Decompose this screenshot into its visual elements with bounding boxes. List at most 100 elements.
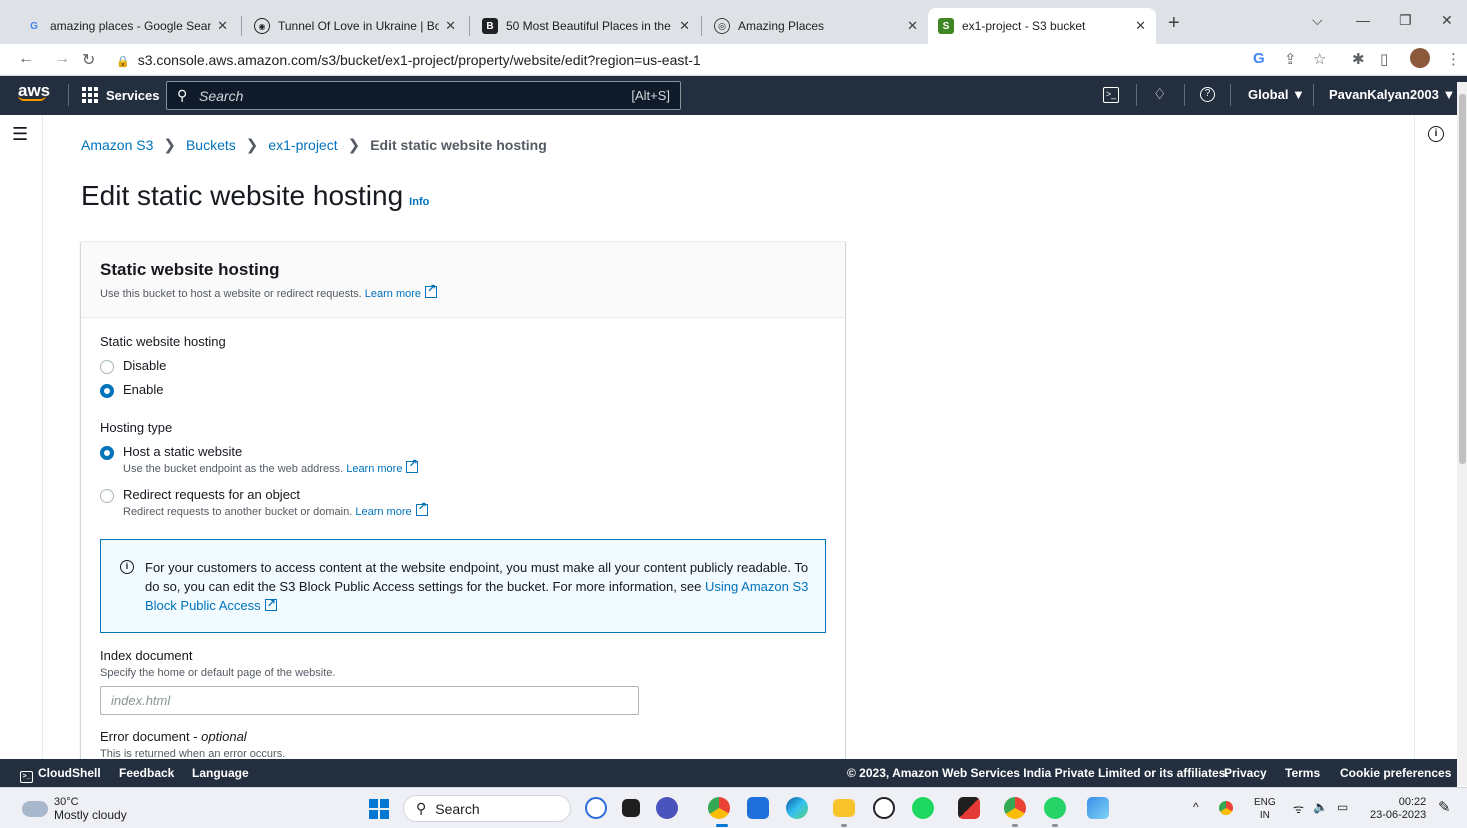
account-menu[interactable]: PavanKalyan2003 ▼ [1329, 87, 1455, 102]
chrome-profile-icon[interactable] [1004, 797, 1026, 819]
radio-host-static-website[interactable]: Host a static website Use the bucket end… [100, 444, 419, 475]
edge-icon[interactable] [786, 797, 808, 819]
cloudy-weather-icon [22, 796, 48, 817]
notifications-bell-icon[interactable]: ♢ [1153, 85, 1166, 103]
whatsapp-icon[interactable] [1044, 797, 1066, 819]
new-tab-icon[interactable]: + [1168, 12, 1180, 35]
region-selector[interactable]: Global ▼ [1248, 87, 1305, 102]
hosting-type-label: Hosting type [100, 420, 173, 435]
tab-separator [469, 16, 470, 36]
system-clock[interactable]: 00:22 23-06-2023 [1370, 796, 1426, 822]
radio-button[interactable] [100, 489, 114, 503]
minimize-icon[interactable]: — [1356, 12, 1370, 28]
radio-button-selected[interactable] [100, 446, 114, 460]
learn-more-link[interactable]: Learn more [365, 282, 438, 300]
close-tab-icon[interactable]: ✕ [1135, 18, 1146, 34]
cloudshell-button[interactable]: >_ CloudShell [20, 766, 101, 783]
radio-description: Use the bucket endpoint as the web addre… [123, 457, 419, 475]
radio-description: Redirect requests to another bucket or d… [123, 500, 428, 518]
error-document-label-text: Error document [100, 729, 190, 744]
feedback-link[interactable]: Feedback [119, 766, 174, 780]
wifi-icon[interactable]: ᯤ [1293, 800, 1304, 817]
chrome-tray-icon[interactable] [1219, 801, 1233, 815]
reload-icon[interactable]: ↻ [82, 50, 95, 70]
s3-favicon-icon: S [938, 18, 954, 34]
cookie-preferences-link[interactable]: Cookie preferences [1340, 766, 1451, 780]
index-document-field[interactable] [100, 686, 639, 715]
aws-search-input[interactable] [199, 86, 599, 106]
windows-start-icon[interactable] [369, 799, 389, 819]
services-menu-button[interactable]: Services [82, 87, 160, 103]
browser-tab-s3-bucket[interactable]: S ex1-project - S3 bucket ✕ [928, 8, 1156, 44]
browser-tab-beautiful-places[interactable]: B 50 Most Beautiful Places in the W ✕ [472, 8, 700, 44]
browser-address-bar: ← → ↻ 🔒 s3.console.aws.amazon.com/s3/buck… [0, 44, 1467, 76]
close-tab-icon[interactable]: ✕ [445, 18, 456, 34]
back-arrow-icon[interactable]: ← [18, 50, 34, 68]
share-icon[interactable]: ⇪ [1284, 50, 1297, 68]
taskbar-search[interactable]: ⚲ Search [403, 795, 571, 822]
tab-search-chevron-icon[interactable]: ⌵ [1312, 12, 1323, 29]
index-document-input[interactable] [101, 687, 638, 714]
notification-center-icon[interactable]: ✎ [1438, 798, 1451, 816]
forward-arrow-icon[interactable]: → [54, 50, 70, 68]
browser-tab-google-search[interactable]: G amazing places - Google Search ✕ [16, 8, 238, 44]
dell-icon[interactable] [873, 797, 895, 819]
page-scrollbar[interactable] [1457, 82, 1467, 786]
privacy-link[interactable]: Privacy [1224, 766, 1267, 780]
browser-tab-amazing-places[interactable]: ◎ Amazing Places ✕ [704, 8, 928, 44]
spotify-icon[interactable] [912, 797, 934, 819]
close-tab-icon[interactable]: ✕ [217, 18, 228, 34]
radio-button-selected[interactable] [100, 384, 114, 398]
google-favicon-icon: G [30, 20, 38, 32]
breadcrumb-buckets[interactable]: Buckets [186, 137, 236, 153]
restore-icon[interactable]: ❐ [1399, 12, 1412, 29]
close-window-icon[interactable]: ✕ [1441, 12, 1453, 29]
radio-redirect-requests[interactable]: Redirect requests for an object Redirect… [100, 487, 428, 518]
aws-logo[interactable]: aws [18, 81, 50, 101]
volume-icon[interactable]: 🔈 [1313, 800, 1328, 814]
radio-disable[interactable]: Disable [100, 358, 166, 374]
terms-link[interactable]: Terms [1285, 766, 1320, 780]
learn-more-link[interactable]: Learn more [346, 457, 419, 475]
bookmark-star-icon[interactable]: ☆ [1313, 50, 1326, 68]
language-link[interactable]: Language [192, 766, 249, 780]
browser-tab-strip: G amazing places - Google Search ✕ ◉ Tun… [0, 0, 1467, 44]
show-hidden-icons-chevron-icon[interactable]: ^ [1193, 800, 1199, 814]
info-link[interactable]: Info [409, 196, 429, 208]
chrome-icon[interactable] [708, 797, 730, 819]
weather-widget[interactable]: 30°C Mostly cloudy [22, 796, 127, 822]
cloudshell-icon[interactable]: >_ [1103, 87, 1119, 103]
side-navigation-menu-icon[interactable]: ☰ [12, 124, 28, 145]
battery-icon[interactable]: ▭ [1337, 800, 1348, 814]
scrollbar-thumb[interactable] [1459, 94, 1466, 464]
side-panel-icon[interactable]: ▯ [1380, 50, 1388, 68]
google-lens-icon[interactable]: G [1253, 50, 1265, 67]
browser-menu-icon[interactable]: ⋮ [1446, 50, 1461, 68]
close-tab-icon[interactable]: ✕ [679, 18, 690, 34]
photos-icon[interactable] [1087, 797, 1109, 819]
help-icon[interactable]: ? [1200, 87, 1215, 102]
task-view-icon[interactable] [622, 799, 640, 817]
photo-app-icon[interactable] [958, 797, 980, 819]
radio-button[interactable] [100, 360, 114, 374]
file-explorer-icon[interactable] [833, 799, 855, 817]
cloudshell-label: CloudShell [38, 766, 101, 780]
close-tab-icon[interactable]: ✕ [907, 18, 918, 34]
store-icon[interactable] [747, 797, 769, 819]
profile-avatar[interactable] [1410, 48, 1430, 68]
meet-icon[interactable] [656, 797, 678, 819]
breadcrumb-amazon-s3[interactable]: Amazon S3 [81, 137, 153, 153]
browser-tab-tunnel-of-love[interactable]: ◉ Tunnel Of Love in Ukraine | Borec ✕ [244, 8, 466, 44]
radio-enable[interactable]: Enable [100, 382, 163, 398]
optional-tag: optional [201, 729, 247, 744]
aws-search-box[interactable]: ⚲ [Alt+S] [166, 81, 681, 110]
language-indicator[interactable]: ENG IN [1254, 796, 1276, 822]
breadcrumb-bucket-name[interactable]: ex1-project [268, 137, 337, 153]
extensions-puzzle-icon[interactable]: ✱ [1352, 50, 1365, 68]
learn-more-link[interactable]: Learn more [355, 500, 428, 518]
info-panel-icon[interactable]: i [1428, 126, 1444, 142]
bing-icon[interactable] [585, 797, 607, 819]
page-title-text: Edit static website hosting [81, 180, 404, 211]
url-field[interactable]: 🔒 s3.console.aws.amazon.com/s3/bucket/ex1… [116, 52, 701, 68]
nav-divider [1184, 84, 1185, 106]
